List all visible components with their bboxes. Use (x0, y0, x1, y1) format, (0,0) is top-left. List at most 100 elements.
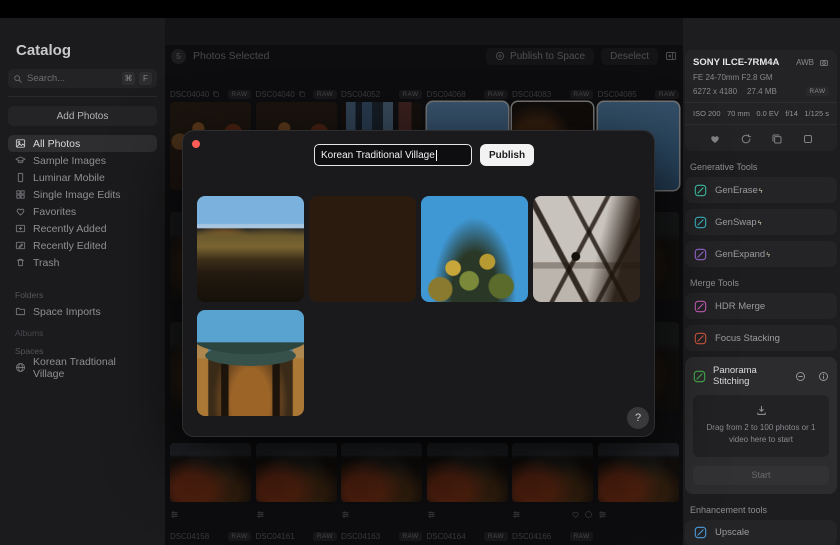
file-size: 27.4 MB (747, 87, 777, 96)
sidebar-item-sample-images[interactable]: Sample Images (8, 152, 157, 169)
cap-icon (15, 155, 26, 166)
frame-icon[interactable] (802, 133, 814, 145)
search-placeholder: Search... (27, 73, 66, 84)
globe-icon (15, 362, 26, 373)
section-label: Merge Tools (690, 278, 739, 288)
sidebar-section-spaces: Spaces (15, 346, 44, 356)
cmd-keycap: ⌘ (122, 72, 135, 85)
app-window: ✦ CatalogPresetsEdit ✦ Extras Export Cat… (0, 18, 840, 545)
ai-bolt-icon: ϟ (757, 219, 762, 227)
publish-space-dialog: Korean Traditional Village Publish ? (182, 130, 655, 437)
exif-value: ISO 200 (693, 109, 721, 118)
sidebar-item-space-imports[interactable]: Space Imports (8, 303, 157, 320)
clock-edit-icon (15, 240, 26, 251)
photo-action-icons (693, 131, 829, 146)
sidebar-section-folders: Folders (15, 290, 44, 300)
raw-badge: RAW (805, 87, 829, 96)
drop-zone-text: Drag from 2 to 100 photos or 1 video her… (706, 423, 816, 445)
sidebar-item-label: Recently Edited (33, 239, 107, 252)
download-tray-icon (755, 404, 768, 417)
sidebar-item-trash[interactable]: Trash (8, 254, 157, 271)
sidebar-item-luminar-mobile[interactable]: Luminar Mobile (8, 169, 157, 186)
photo-info-card: SONY ILCE-7RM4A AWB FE 24-70mm F2.8 GM 6… (685, 50, 837, 151)
awb-label: AWB (796, 58, 814, 67)
help-button[interactable]: ? (627, 407, 649, 429)
sidebar-item-all-photos[interactable]: All Photos (8, 135, 157, 152)
copies-icon[interactable] (771, 133, 783, 145)
space-thumb-autumn-bridge-landscape[interactable] (197, 196, 304, 302)
close-window-dot[interactable] (192, 140, 200, 148)
search-icon (13, 74, 23, 84)
sidebar-item-label: Trash (33, 256, 60, 269)
inspector-panel: SONY ILCE-7RM4A AWB FE 24-70mm F2.8 GM 6… (683, 18, 840, 545)
text-caret (435, 149, 437, 161)
rotate-icon[interactable] (740, 133, 752, 145)
sidebar-item-single-image-edits[interactable]: Single Image Edits (8, 186, 157, 203)
sidebar-nav: All Photos Sample Images Luminar Mobile Sin… (8, 135, 157, 271)
exif-value: f/14 (785, 109, 798, 118)
photo-icon (15, 138, 26, 149)
tool-label: GenExpandϟ (715, 248, 770, 260)
exif-value: 1/125 s (804, 109, 829, 118)
space-name-input[interactable]: Korean Traditional Village (314, 144, 472, 166)
sidebar-item-label: Korean Tradtional Village (33, 355, 116, 380)
tool-hdr-merge-icon (694, 300, 707, 313)
sidebar-item-label: Sample Images (33, 154, 106, 167)
exif-value: 0.0 EV (756, 109, 779, 118)
sidebar-item-label: Space Imports (33, 305, 101, 318)
tool-genswap[interactable]: GenSwapϟ (685, 209, 837, 235)
tool-upscale[interactable]: Upscale (685, 519, 837, 545)
search-input[interactable]: Search... ⌘ F (8, 69, 157, 88)
section-label: Enhancement tools (690, 504, 768, 515)
heart-icon (15, 206, 26, 217)
tool-label: Focus Stacking (715, 332, 780, 344)
screen: ✦ CatalogPresetsEdit ✦ Extras Export Cat… (0, 0, 840, 545)
sidebar: Catalog Search... ⌘ F Add Photos All Pho… (0, 18, 165, 545)
add-photos-button[interactable]: Add Photos (8, 106, 157, 126)
panorama-start-button[interactable]: Start (693, 465, 829, 485)
sidebar-section-albums: Albums (15, 328, 44, 338)
publish-button[interactable]: Publish (480, 144, 534, 166)
tool-generase[interactable]: GenEraseϟ (685, 177, 837, 203)
tool-panorama-stitching[interactable]: Panorama Stitching (693, 365, 829, 387)
sidebar-item-label: Recently Added (33, 222, 107, 235)
sidebar-item-recently-added[interactable]: Recently Added (8, 220, 157, 237)
collapse-minus-icon[interactable] (795, 371, 806, 382)
sidebar-item-recently-edited[interactable]: Recently Edited (8, 237, 157, 254)
sidebar-title: Catalog (16, 42, 72, 59)
sidebar-item-label: All Photos (33, 137, 81, 150)
tool-upscale-icon (694, 526, 707, 539)
exif-value: 70 mm (727, 109, 750, 118)
clock-plus-icon (15, 223, 26, 234)
camera-model: SONY ILCE-7RM4A (693, 57, 780, 68)
sidebar-item-favorites[interactable]: Favorites (8, 203, 157, 220)
favorite-heart-icon[interactable] (709, 133, 721, 145)
sidebar-item-korean-tradtional-village[interactable]: Korean Tradtional Village (8, 356, 157, 380)
tool-sections: Generative Tools GenEraseϟ GenSwapϟ GenE… (685, 162, 837, 545)
sidebar-item-label: Single Image Edits (33, 188, 121, 201)
panorama-drop-zone[interactable]: Drag from 2 to 100 photos or 1 video her… (693, 395, 829, 457)
tool-label: GenEraseϟ (715, 184, 763, 196)
space-thumb-foliage-blue-sky[interactable] (421, 196, 528, 302)
tool-label: GenSwapϟ (715, 216, 762, 228)
tool-genexpand[interactable]: GenExpandϟ (685, 241, 837, 267)
f-keycap: F (139, 72, 152, 85)
resolution: 6272 x 4180 (693, 87, 738, 96)
tool-hdr-merge[interactable]: HDR Merge (685, 293, 837, 319)
ai-bolt-icon: ϟ (758, 187, 763, 195)
tool-panorama-stitching-card: Panorama Stitching Drag from 2 to 100 ph… (685, 357, 837, 494)
space-thumb-korean-traditional-gate[interactable] (197, 310, 304, 416)
tool-focus-stacking[interactable]: Focus Stacking (685, 325, 837, 351)
tool-label: HDR Merge (715, 300, 766, 312)
space-name-value: Korean Traditional Village (321, 149, 435, 161)
tool-label: Panorama Stitching (713, 365, 757, 387)
sidebar-divider (8, 96, 157, 97)
space-thumb-stone-frame-ground[interactable] (309, 196, 416, 302)
tool-focus-stacking-icon (694, 332, 707, 345)
space-thumb-bird-on-branches[interactable] (533, 196, 640, 302)
ai-bolt-icon: ϟ (766, 251, 770, 259)
crop-frame-icon (819, 58, 829, 68)
tool-generase-icon (694, 184, 707, 197)
info-icon[interactable] (818, 371, 829, 382)
lens-info: FE 24-70mm F2.8 GM (693, 73, 773, 82)
